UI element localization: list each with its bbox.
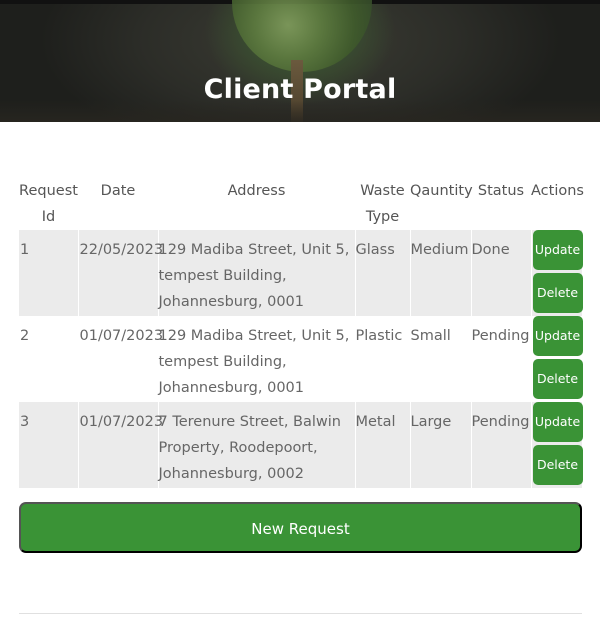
cell-actions: Update Delete [530,230,583,316]
cell-waste-type: Plastic [354,316,410,402]
column-header-quantity: Qauntity [410,183,473,199]
cell-request-id: 1 [19,230,78,316]
table-row: 2 01/07/2023 129 Madiba Street, Unit 5, … [19,316,583,402]
cell-date: 01/07/2023 [77,402,163,488]
hero-banner: Client Portal [0,0,600,122]
requests-table: Request Id Date Address Waste Type Qaunt… [19,174,584,488]
requests-table-wrapper: Request Id Date Address Waste Type Qaunt… [19,174,584,488]
cell-status: Pending [470,402,531,488]
table-header: Request Id Date Address Waste Type Qaunt… [19,174,584,230]
update-button[interactable]: Update [532,230,583,270]
table-row: 1 22/05/2023 129 Madiba Street, Unit 5, … [19,230,583,316]
table-body: 1 22/05/2023 129 Madiba Street, Unit 5, … [19,230,583,488]
table-header-row: Request Id Date Address Waste Type Qaunt… [19,174,584,230]
cell-request-id: 2 [20,328,30,344]
update-button[interactable]: Update [532,402,583,442]
cell-actions: Update Delete [530,402,583,488]
delete-button[interactable]: Delete [532,445,583,485]
cell-request-id: 3 [19,402,78,488]
cell-date: 22/05/2023 [77,230,163,316]
cell-address: 7 Terenure Street, Balwin Property, Rood… [157,402,355,488]
delete-button[interactable]: Delete [532,359,583,399]
column-header-request-id: Request Id [19,183,78,225]
new-request-button[interactable]: New Request [19,502,582,553]
page-title: Client Portal [203,74,397,105]
cell-address: 129 Madiba Street, Unit 5, tempest Build… [157,230,355,316]
update-button[interactable]: Update [532,316,583,356]
cell-quantity: Large [409,402,471,488]
column-header-date: Date [100,183,136,199]
cell-date: 01/07/2023 [77,316,163,402]
cell-status: Pending [470,316,531,402]
column-header-address: Address [227,183,286,199]
cell-quantity: Small [409,316,471,402]
cell-waste-type: Glass [354,230,410,316]
cell-actions: Update Delete [530,316,583,402]
cell-address: 129 Madiba Street, Unit 5, tempest Build… [157,316,355,402]
column-header-status: Status [477,183,525,199]
cell-status: Done [470,230,531,316]
cell-waste-type: Metal [354,402,410,488]
column-header-actions: Actions [531,183,584,199]
table-row: 3 01/07/2023 7 Terenure Street, Balwin P… [19,402,583,488]
cell-quantity: Medium [409,230,471,316]
delete-button[interactable]: Delete [532,273,583,313]
footer-divider [19,613,582,614]
column-header-waste-type: Waste Type [360,183,405,225]
